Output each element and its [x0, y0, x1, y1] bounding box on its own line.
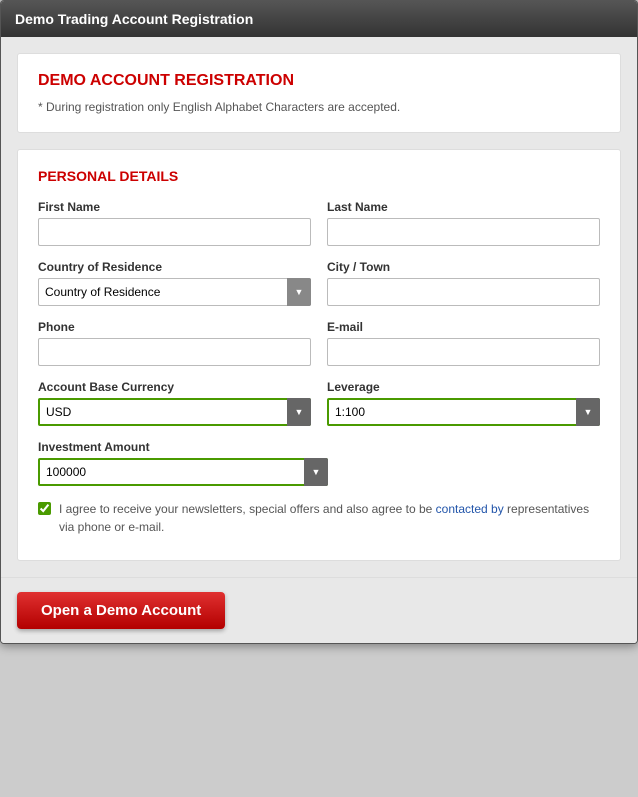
info-box-heading: DEMO ACCOUNT REGISTRATION — [38, 72, 600, 90]
email-label: E-mail — [327, 320, 600, 334]
currency-label: Account Base Currency — [38, 380, 311, 394]
city-label: City / Town — [327, 260, 600, 274]
city-input[interactable] — [327, 278, 600, 306]
last-name-label: Last Name — [327, 200, 600, 214]
agreement-row: I agree to receive your newsletters, spe… — [38, 500, 600, 536]
investment-select-wrapper: 100000 50000 10000 — [38, 458, 328, 486]
agreement-label: I agree to receive your newsletters, spe… — [59, 500, 600, 536]
email-group: E-mail — [327, 320, 600, 366]
leverage-select[interactable]: 1:100 1:200 1:500 — [327, 398, 600, 426]
phone-input[interactable] — [38, 338, 311, 366]
agreement-checkbox[interactable] — [38, 502, 51, 515]
currency-leverage-row: Account Base Currency USD EUR GBP Levera… — [38, 380, 600, 426]
leverage-select-wrapper: 1:100 1:200 1:500 — [327, 398, 600, 426]
title-bar: Demo Trading Account Registration — [1, 1, 637, 37]
country-select-wrapper: Country of Residence United States Unite… — [38, 278, 311, 306]
last-name-input[interactable] — [327, 218, 600, 246]
first-name-label: First Name — [38, 200, 311, 214]
currency-select[interactable]: USD EUR GBP — [38, 398, 311, 426]
investment-label: Investment Amount — [38, 440, 328, 454]
section-title: PERSONAL DETAILS — [38, 168, 600, 184]
registration-form: PERSONAL DETAILS First Name Last Name Co… — [17, 149, 621, 561]
footer-area: Open a Demo Account — [1, 577, 637, 643]
contacted-by-link[interactable]: contacted by — [436, 502, 504, 516]
country-city-row: Country of Residence Country of Residenc… — [38, 260, 600, 306]
phone-label: Phone — [38, 320, 311, 334]
info-box-notice: * During registration only English Alpha… — [38, 100, 600, 114]
phone-group: Phone — [38, 320, 311, 366]
window-title: Demo Trading Account Registration — [15, 11, 253, 27]
content-area: DEMO ACCOUNT REGISTRATION * During regis… — [1, 37, 637, 577]
investment-select[interactable]: 100000 50000 10000 — [38, 458, 328, 486]
leverage-group: Leverage 1:100 1:200 1:500 — [327, 380, 600, 426]
open-account-button[interactable]: Open a Demo Account — [17, 592, 225, 629]
country-label: Country of Residence — [38, 260, 311, 274]
country-group: Country of Residence Country of Residenc… — [38, 260, 311, 306]
last-name-group: Last Name — [327, 200, 600, 246]
leverage-label: Leverage — [327, 380, 600, 394]
phone-email-row: Phone E-mail — [38, 320, 600, 366]
main-window: Demo Trading Account Registration DEMO A… — [0, 0, 638, 644]
currency-group: Account Base Currency USD EUR GBP — [38, 380, 311, 426]
name-row: First Name Last Name — [38, 200, 600, 246]
first-name-group: First Name — [38, 200, 311, 246]
first-name-input[interactable] — [38, 218, 311, 246]
investment-group: Investment Amount 100000 50000 10000 — [38, 440, 328, 486]
info-box: DEMO ACCOUNT REGISTRATION * During regis… — [17, 53, 621, 133]
email-input[interactable] — [327, 338, 600, 366]
city-group: City / Town — [327, 260, 600, 306]
investment-row: Investment Amount 100000 50000 10000 — [38, 440, 600, 486]
currency-select-wrapper: USD EUR GBP — [38, 398, 311, 426]
country-select[interactable]: Country of Residence United States Unite… — [38, 278, 311, 306]
